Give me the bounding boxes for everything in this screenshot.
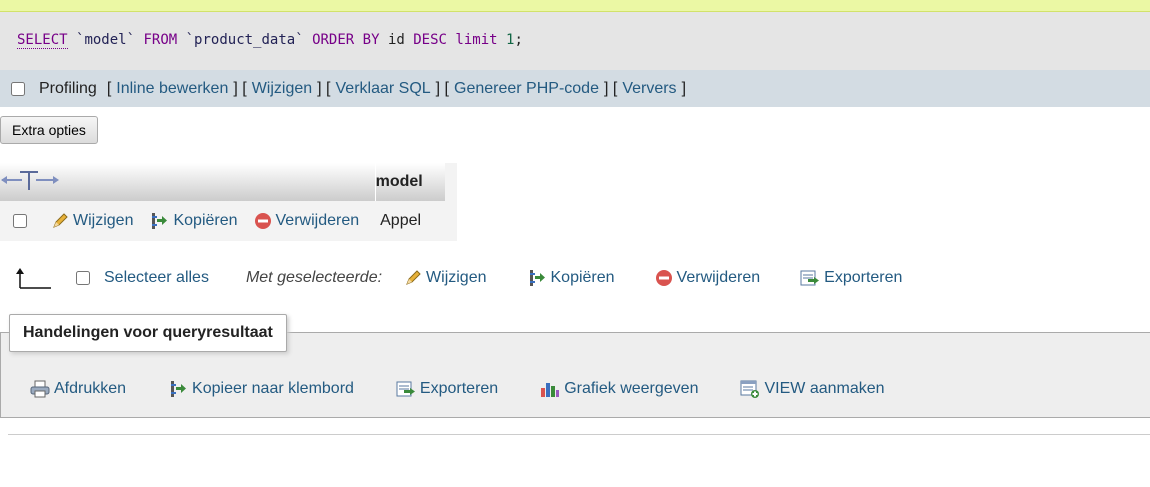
copy-icon <box>529 270 545 286</box>
copy-icon <box>171 381 187 397</box>
table-row: Wijzigen Kopiëren Verwijderen Appel <box>0 201 458 241</box>
sql-table: `product_data` <box>185 32 304 48</box>
sql-keyword-order-by: ORDER BY <box>312 32 380 48</box>
query-operations-row: Afdrukken Kopieer naar klembord Exporter… <box>30 376 927 402</box>
display-chart-button[interactable]: Grafiek weergeven <box>540 380 698 398</box>
with-selected-label: Met geselecteerde: <box>245 269 383 286</box>
sql-order-column: id <box>387 32 405 48</box>
profiling-label: Profiling <box>39 79 97 97</box>
sql-terminator: ; <box>514 32 523 48</box>
bulk-edit-button[interactable]: Wijzigen <box>404 269 487 287</box>
result-table: model Wijzigen Kopiëren Verwijderen Appe… <box>0 163 458 241</box>
row-checkbox[interactable] <box>13 214 27 228</box>
sql-keyword-from: FROM <box>143 32 178 48</box>
extra-options-button[interactable]: Extra opties <box>0 116 98 144</box>
query-tools-bar: Profiling [Inline bewerken] [Wijzigen] [… <box>0 70 1150 107</box>
bar-chart-icon <box>541 383 560 397</box>
printer-icon <box>30 380 50 398</box>
inline-edit-link[interactable]: Inline bewerken <box>116 80 228 98</box>
sql-keyword-desc: DESC <box>413 32 447 48</box>
bulk-export-button[interactable]: Exporteren <box>800 269 902 287</box>
create-view-button[interactable]: VIEW aanmaken <box>740 379 885 399</box>
column-resize-control[interactable] <box>0 163 376 201</box>
sql-keyword-limit: limit <box>455 32 498 48</box>
cell-model-value[interactable]: Appel <box>375 201 445 241</box>
row-delete-button[interactable]: Verwijderen <box>254 212 359 230</box>
query-operations-legend: Handelingen voor queryresultaat <box>9 314 287 352</box>
pencil-icon <box>53 213 68 228</box>
export-icon <box>396 381 415 397</box>
bulk-delete-button[interactable]: Verwijderen <box>655 269 760 287</box>
pencil-icon <box>406 270 421 285</box>
sql-keyword-select[interactable]: SELECT <box>17 32 68 49</box>
row-copy-button[interactable]: Kopiëren <box>149 211 238 231</box>
bulk-copy-button[interactable]: Kopiëren <box>527 268 615 288</box>
print-button[interactable]: Afdrukken <box>30 379 126 399</box>
bulk-actions-row: Selecteer alles Met geselecteerde: Wijzi… <box>16 262 942 294</box>
copy-to-clipboard-button[interactable]: Kopieer naar klembord <box>168 379 354 399</box>
generate-php-link[interactable]: Genereer PHP-code <box>454 80 599 98</box>
success-message-strip <box>0 0 1150 12</box>
sql-column: `model` <box>76 32 136 48</box>
delete-icon <box>254 213 271 229</box>
create-view-icon <box>740 380 760 398</box>
profiling-checkbox[interactable] <box>11 81 25 96</box>
export-icon <box>800 270 820 286</box>
delete-icon <box>655 270 672 286</box>
column-arrows-icon <box>1 170 59 190</box>
column-header-model[interactable]: model <box>374 163 446 201</box>
table-header-row: model <box>0 163 458 201</box>
sql-query-box: SELECT `model` FROM `product_data` ORDER… <box>0 12 1150 70</box>
explain-sql-link[interactable]: Verklaar SQL <box>336 80 431 98</box>
copy-icon <box>152 213 168 229</box>
select-all-link[interactable]: Selecteer alles <box>104 269 209 287</box>
divider <box>8 434 1150 435</box>
edit-query-link[interactable]: Wijzigen <box>252 80 312 98</box>
arrow-up-left-icon <box>16 268 51 289</box>
refresh-link[interactable]: Ververs <box>622 80 676 98</box>
export-button[interactable]: Exporteren <box>396 380 498 398</box>
row-edit-button[interactable]: Wijzigen <box>51 212 133 230</box>
select-all-checkbox[interactable] <box>76 271 90 285</box>
